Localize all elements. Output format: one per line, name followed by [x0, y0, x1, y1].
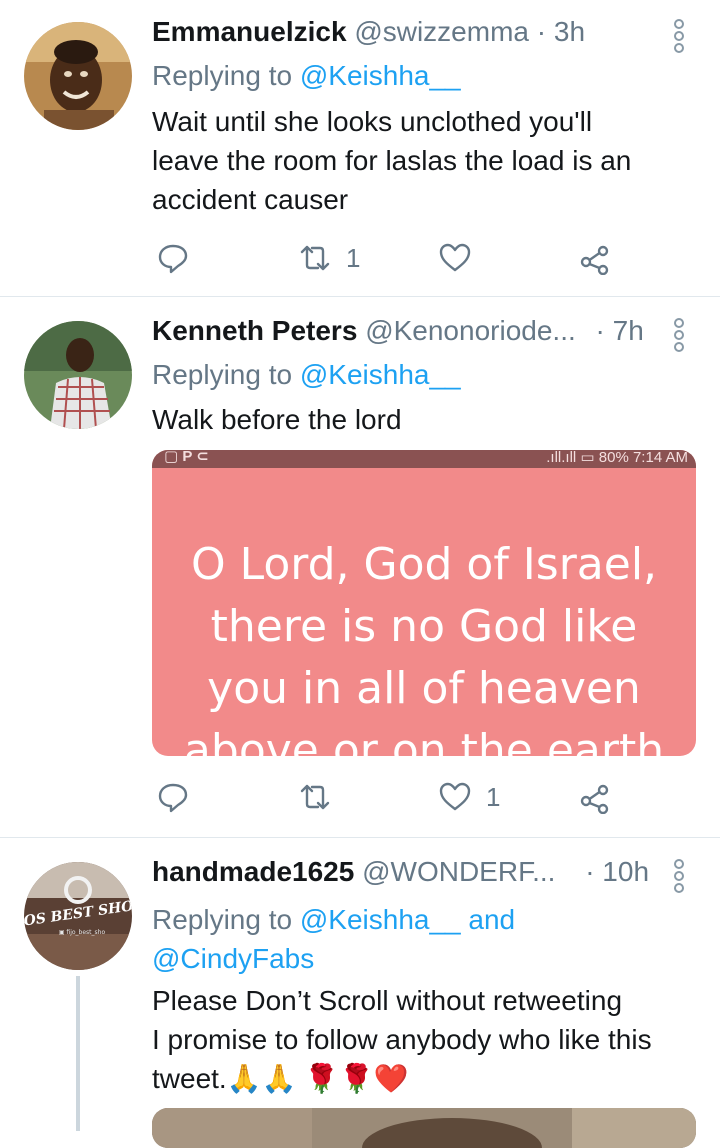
media-quote-line: O Lord, God of Israel,	[190, 539, 658, 590]
tweet-header: Kenneth Peters @Kenonoriode... · 7h	[152, 315, 650, 355]
retweet-icon	[300, 245, 330, 271]
avatar[interactable]	[24, 321, 132, 429]
tweet-text-line: Please Don’t Scroll without retweeting	[152, 985, 623, 1016]
like-button[interactable]: 1	[438, 777, 500, 817]
media-quote-line: you in all of heaven	[207, 663, 641, 714]
thread-connector	[76, 976, 80, 1131]
replying-to-prefix: Replying to	[152, 359, 293, 390]
tweet-actions: 1	[152, 777, 622, 817]
tweet-text: Please Don’t Scroll without retweeting I…	[152, 981, 690, 1098]
media-status-left: ▢ P ⊂	[164, 450, 209, 465]
tweet-media-image[interactable]: ▢ P ⊂ .ıll.ıll ▭ 80% 7:14 AM O Lord, God…	[152, 450, 696, 756]
share-icon	[580, 784, 609, 814]
replying-to: Replying to @Keishha__	[152, 60, 461, 92]
retweet-count: 1	[346, 242, 361, 273]
mention-link[interactable]: @Keishha__	[300, 359, 461, 390]
like-count: 1	[486, 781, 501, 812]
avatar-image	[24, 22, 132, 130]
more-options-icon[interactable]	[672, 16, 686, 56]
media-quote-text: O Lord, God of Israel, there is no God l…	[152, 534, 696, 756]
replying-to: Replying to @Keishha__	[152, 359, 461, 391]
replying-to: Replying to @Keishha__ and @CindyFabs	[152, 900, 515, 978]
media-quote-line: above or on the earth	[183, 725, 665, 756]
tweet-text-line: accident causer	[152, 184, 349, 215]
more-options-icon[interactable]	[672, 856, 686, 896]
avatar[interactable]	[24, 22, 132, 130]
tweet-text-line: I promise to follow anybody who like thi…	[152, 1024, 652, 1055]
heart-icon	[439, 782, 471, 811]
heart-icon	[439, 243, 471, 272]
timestamp[interactable]: · 7h	[596, 315, 644, 346]
reply-button[interactable]	[156, 777, 190, 817]
reply-button[interactable]	[156, 238, 190, 278]
replying-to-prefix: Replying to	[152, 60, 293, 91]
retweet-button[interactable]	[298, 777, 332, 817]
display-name[interactable]: Kenneth Peters	[152, 315, 357, 346]
share-button[interactable]	[578, 777, 612, 817]
media-quote-line: there is no God like	[210, 601, 638, 652]
user-handle[interactable]: @swizzemma	[354, 16, 529, 47]
mention-link[interactable]: @CindyFabs	[152, 939, 515, 978]
share-button[interactable]	[578, 238, 612, 278]
tweet-text-line: Wait until she looks unclothed you'll	[152, 106, 593, 137]
tweet-text-line: Walk before the lord	[152, 404, 402, 435]
tweet-header: handmade1625 @WONDERF... · 10h	[152, 856, 650, 896]
tweet-header: Emmanuelzick @swizzemma · 3h	[152, 16, 650, 56]
display-name[interactable]: Emmanuelzick	[152, 16, 347, 47]
avatar-image: FIJOS BEST SHOES ▣ fijo_best_sho	[24, 862, 132, 970]
tweet-1[interactable]: Emmanuelzick @swizzemma · 3h Replying to…	[0, 0, 720, 296]
avatar[interactable]: FIJOS BEST SHOES ▣ fijo_best_sho	[24, 862, 132, 970]
tweet-media-image[interactable]	[152, 1108, 696, 1148]
mention-link[interactable]: @Keishha__ and	[300, 904, 515, 935]
retweet-icon	[300, 784, 330, 810]
reply-icon	[158, 783, 188, 813]
share-icon	[580, 245, 609, 275]
user-handle[interactable]: @Kenonoriode...	[365, 315, 576, 346]
mention-link[interactable]: @Keishha__	[300, 60, 461, 91]
media-status-bar: ▢ P ⊂ .ıll.ıll ▭ 80% 7:14 AM	[152, 450, 696, 468]
like-button[interactable]	[438, 238, 472, 278]
tweet-text: Walk before the lord	[152, 400, 690, 439]
timestamp[interactable]: · 3h	[537, 16, 585, 47]
media-photo	[152, 1108, 696, 1148]
tweet-text-line: leave the room for laslas the load is an	[152, 145, 632, 176]
avatar-logo-subtext: ▣ fijo_best_sho	[59, 929, 106, 936]
reply-icon	[158, 244, 188, 274]
tweet-text: Wait until she looks unclothed you'll le…	[152, 102, 690, 219]
tweet-3[interactable]: FIJOS BEST SHOES ▣ fijo_best_sho handmad…	[0, 838, 720, 1148]
avatar-image	[24, 321, 132, 429]
display-name[interactable]: handmade1625	[152, 856, 354, 887]
timestamp[interactable]: · 10h	[585, 856, 649, 887]
user-handle[interactable]: @WONDERF...	[362, 856, 555, 887]
media-status-right: .ıll.ıll ▭ 80% 7:14 AM	[546, 450, 688, 466]
retweet-button[interactable]: 1	[298, 238, 360, 278]
replying-to-prefix: Replying to	[152, 904, 293, 935]
tweet-2[interactable]: Kenneth Peters @Kenonoriode... · 7h Repl…	[0, 297, 720, 837]
tweet-actions: 1	[152, 238, 622, 278]
tweet-text-line: tweet.🙏🙏 🌹🌹❤️	[152, 1063, 409, 1094]
more-options-icon[interactable]	[672, 315, 686, 355]
